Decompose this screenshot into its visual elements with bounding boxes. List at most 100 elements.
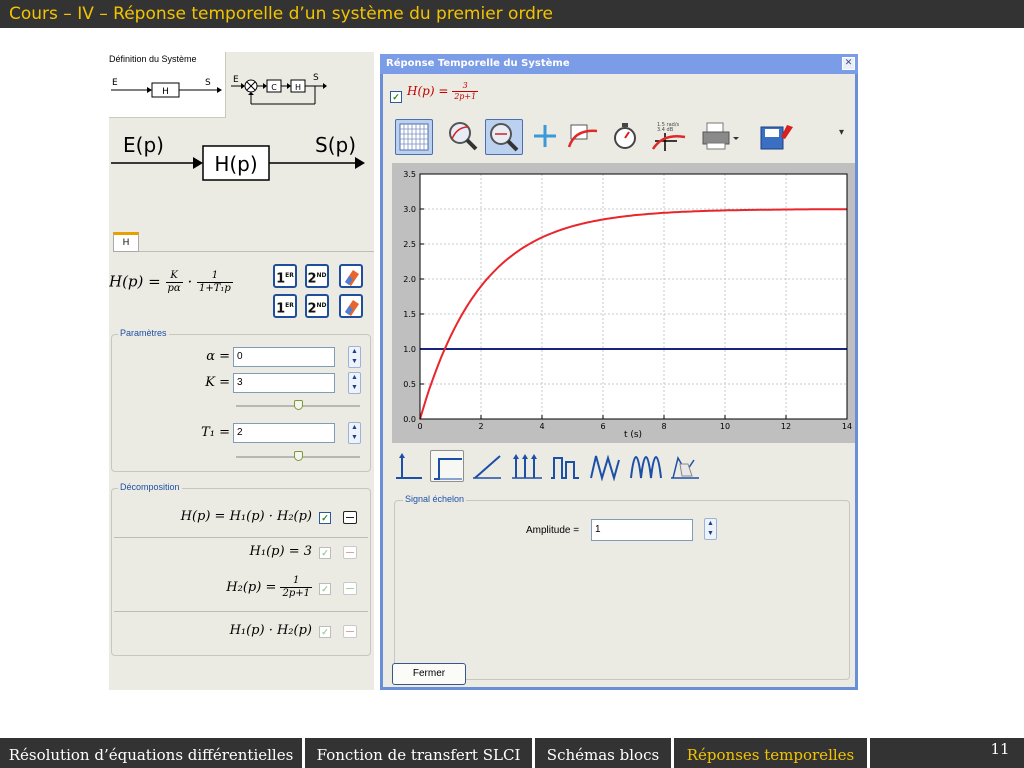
block-diagram-block: H(p) bbox=[214, 152, 257, 176]
open-loop-output-label: S bbox=[205, 78, 211, 88]
step-impulse-icon bbox=[396, 453, 422, 479]
sawtooth-wave-button[interactable] bbox=[588, 450, 622, 482]
save-button[interactable] bbox=[757, 119, 795, 155]
zoom-fit-button[interactable] bbox=[445, 119, 483, 155]
first-order-button[interactable]: 1ER bbox=[273, 264, 297, 288]
sawtooth-icon bbox=[590, 454, 620, 482]
h1-h2-toggle[interactable] bbox=[343, 625, 357, 638]
h2-checkbox[interactable]: ✓ bbox=[319, 583, 331, 595]
separator bbox=[114, 611, 368, 612]
closed-loop-diagram-icon[interactable]: E C H S bbox=[227, 68, 374, 118]
amplitude-spinner[interactable]: ▲ ▼ bbox=[704, 518, 717, 540]
h1-checkbox[interactable]: ✓ bbox=[319, 547, 331, 559]
tab-divider bbox=[139, 251, 374, 252]
t1-label: T₁ = bbox=[201, 425, 230, 440]
nav-item-block-diagrams[interactable]: Schémas blocs bbox=[535, 738, 671, 768]
window-close-button[interactable]: ✕ bbox=[842, 57, 855, 70]
open-loop-input-label: E bbox=[112, 78, 118, 88]
parameters-group: Paramètres α = 0 ▲ ▼ K = 3 ▲ ▼ T₁ = 2 ▲ ▼ bbox=[111, 328, 371, 472]
h2-toggle[interactable] bbox=[343, 582, 357, 595]
t1-input[interactable]: 2 bbox=[233, 423, 335, 443]
step-signal-title: Signal échelon bbox=[403, 494, 467, 504]
system-definition-tab[interactable]: Définition du Système E H S bbox=[109, 52, 226, 118]
impulse-signal-button[interactable] bbox=[392, 450, 426, 482]
h1-h2-checkbox[interactable]: ✓ bbox=[319, 626, 331, 638]
zoom-icon bbox=[490, 123, 519, 152]
amplitude-input[interactable]: 1 bbox=[591, 519, 693, 541]
h1-formula: H₁(p) = 3 bbox=[249, 544, 312, 559]
custom-signal-icon bbox=[671, 456, 699, 479]
k-slider-thumb[interactable] bbox=[294, 400, 303, 410]
h1-toggle[interactable] bbox=[343, 546, 357, 559]
tab-h[interactable]: H bbox=[113, 232, 139, 252]
crosshair-button[interactable] bbox=[527, 119, 565, 155]
sine-icon bbox=[630, 456, 662, 479]
alpha-spinner[interactable]: ▲ ▼ bbox=[348, 346, 361, 368]
t1-slider-thumb[interactable] bbox=[294, 451, 303, 461]
block-diagram-output: S(p) bbox=[315, 133, 356, 157]
grid-button[interactable] bbox=[395, 119, 433, 155]
crosshair-icon bbox=[534, 125, 556, 147]
custom-signal-button[interactable] bbox=[668, 450, 702, 482]
open-loop-diagram-icon[interactable]: E H S bbox=[109, 68, 226, 108]
y-tick-label: 3.0 bbox=[403, 205, 416, 214]
alpha-input[interactable]: 0 bbox=[233, 347, 335, 367]
step-signal-button[interactable] bbox=[430, 450, 464, 482]
square-wave-button[interactable] bbox=[548, 450, 582, 482]
k-spinner[interactable]: ▲ ▼ bbox=[348, 372, 361, 394]
impulse-train-button[interactable] bbox=[510, 450, 544, 482]
general-transfer-function: H(p) = Kpα · 1 1+T₁p bbox=[109, 270, 233, 295]
transfer-function-block-diagram: E(p) H(p) S(p) bbox=[111, 133, 365, 181]
print-button[interactable] bbox=[699, 119, 739, 155]
k-input[interactable]: 3 bbox=[233, 373, 335, 393]
decomposition-product: H(p) = H₁(p) · H₂(p) bbox=[180, 509, 312, 524]
curve-tool-button[interactable] bbox=[565, 119, 603, 155]
plot-background bbox=[420, 174, 847, 419]
sine-wave-button[interactable] bbox=[628, 450, 662, 482]
h1-h2-product: H₁(p) · H₂(p) bbox=[229, 623, 312, 638]
printer-icon bbox=[702, 122, 739, 150]
block-diagram-input: E(p) bbox=[123, 133, 164, 157]
t1-spinner[interactable]: ▲ ▼ bbox=[348, 422, 361, 444]
x-tick-label: 4 bbox=[539, 422, 544, 431]
nav-item-transfer-function[interactable]: Fonction de transfert SLCI bbox=[305, 738, 532, 768]
ramp-signal-button[interactable] bbox=[470, 450, 504, 482]
stopwatch-icon bbox=[614, 123, 636, 149]
response-chart[interactable]: 0.0 0.5 1.0 1.5 2.0 2.5 3.0 3.5 0 2 4 6 8 10 12 14 t (… bbox=[392, 163, 855, 443]
toolbar-overflow-button[interactable]: ▾ bbox=[839, 127, 844, 138]
first-order-button-alt[interactable]: 1ER bbox=[273, 294, 297, 318]
x-tick-label: 8 bbox=[661, 422, 666, 431]
k-label: K = bbox=[205, 375, 230, 390]
plot-toolbar: 1.5 rad/s 3.4 dB ▾ bbox=[383, 117, 855, 157]
y-tick-label: 0.5 bbox=[403, 380, 416, 389]
second-order-button[interactable]: 2ND bbox=[305, 264, 329, 288]
bode-marker-button[interactable]: 1.5 rad/s 3.4 dB bbox=[651, 119, 689, 155]
eraser-button-alt[interactable] bbox=[339, 294, 363, 318]
decomposition-group: Décomposition H(p) = H₁(p) · H₂(p) ✓ H₁(… bbox=[111, 482, 371, 656]
y-tick-label: 1.5 bbox=[403, 310, 416, 319]
curve-tool-icon bbox=[567, 124, 598, 148]
save-icon bbox=[760, 125, 793, 150]
bode-marker-icon: 1.5 rad/s 3.4 dB bbox=[651, 122, 686, 151]
nav-item-time-responses[interactable]: Réponses temporelles bbox=[674, 738, 867, 768]
zoom-button[interactable] bbox=[485, 119, 523, 155]
eraser-button[interactable] bbox=[339, 264, 363, 288]
nav-item-equations[interactable]: Résolution d’équations différentielles bbox=[0, 738, 302, 768]
page-number: 11 bbox=[990, 740, 1010, 758]
eraser-icon bbox=[345, 270, 359, 286]
x-tick-label: 6 bbox=[600, 422, 605, 431]
bode-marker-gain: 3.4 dB bbox=[657, 127, 674, 133]
system-definition-panel: Définition du Système E H S E C H S E(p)… bbox=[109, 52, 374, 690]
second-order-button-alt[interactable]: 2ND bbox=[305, 294, 329, 318]
time-response-window: Réponse Temporelle du Système ✕ ✓ H(p) =… bbox=[380, 54, 858, 690]
decomposition-product-toggle[interactable] bbox=[343, 511, 357, 524]
tf-visibility-checkbox[interactable]: ✓ bbox=[390, 91, 402, 103]
window-titlebar[interactable]: Réponse Temporelle du Système ✕ bbox=[380, 54, 858, 74]
window-title: Réponse Temporelle du Système bbox=[386, 58, 570, 69]
close-button[interactable]: Fermer bbox=[392, 663, 466, 685]
stopwatch-button[interactable] bbox=[607, 119, 645, 155]
closed-loop-input-label: E bbox=[233, 75, 239, 85]
decomposition-product-checkbox[interactable]: ✓ bbox=[319, 512, 331, 524]
x-tick-label: 2 bbox=[478, 422, 483, 431]
y-tick-label: 1.0 bbox=[403, 345, 416, 354]
